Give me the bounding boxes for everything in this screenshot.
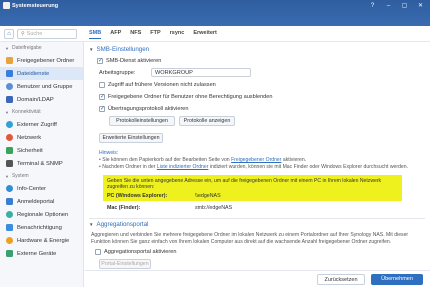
previous-versions-checkbox[interactable] [99,82,105,88]
sidebar-item-notification[interactable]: Benachrichtigung [0,221,83,234]
sidebar-item-external-access[interactable]: Externer Zugriff [0,118,83,131]
toolbar: ⌂ ⚲ SMB AFP NFS FTP rsync Erweitert [0,26,430,42]
home-icon: ⌂ [7,31,11,37]
log-settings-button[interactable]: Protokolleinstellungen [109,116,175,126]
aggregation-description: Aggregieren und verbinden Sie mehrere fr… [91,232,409,245]
hide-folders-row[interactable]: Freigegebene Ordner für Benutzer ohne Be… [99,93,273,100]
maximize-icon[interactable]: ▢ [401,3,408,10]
info-icon [6,185,13,192]
minimize-icon[interactable]: – [385,3,392,10]
smb-enable-checkbox[interactable] [97,57,103,64]
tab-ftp[interactable]: FTP [150,30,160,39]
notification-icon [6,224,13,231]
apply-button[interactable]: Übernehmen [371,274,423,285]
sidebar-item-info-center[interactable]: Info-Center [0,182,83,195]
address-instructions: Geben Sie die unten angegebene Adresse e… [107,178,382,190]
portal-settings-button[interactable]: Portal-Einstellungen [99,259,151,269]
terminal-icon [6,160,13,167]
shield-icon [6,147,13,154]
search-icon: ⚲ [21,31,25,37]
sidebar-item-shared-folder[interactable]: Freigegebener Ordner [0,54,83,67]
sidebar-item-domain-ldap[interactable]: Domain/LDAP [0,93,83,106]
window-title: Systemsteuerung [12,3,59,9]
workgroup-label: Arbeitsgruppe: [99,70,136,76]
external-access-icon [6,121,13,128]
globe-icon [6,211,13,218]
indexed-folders-link[interactable]: Liste indizierter Ordner [157,164,209,170]
tab-advanced[interactable]: Erweitert [193,30,217,39]
sidebar-item-file-services[interactable]: Dateidienste [0,67,83,80]
users-icon [6,83,13,90]
sidebar-item-network[interactable]: Netzwerk [0,131,83,144]
hide-folders-checkbox[interactable] [99,93,105,100]
help-icon[interactable]: ? [369,3,376,10]
tab-smb[interactable]: SMB [89,30,102,39]
main-panel: ▼SMB-Einstellungen SMB-Dienst aktivieren… [85,42,430,270]
search-box[interactable]: ⚲ [17,29,77,39]
login-portal-icon [6,198,13,205]
section-divider [89,218,425,219]
aggregation-enable-checkbox[interactable] [95,249,101,255]
close-icon[interactable]: ✕ [417,3,424,10]
home-button[interactable]: ⌂ [4,29,14,39]
window-titlebar: Systemsteuerung ? – ▢ ✕ [0,0,430,26]
aggregation-enable-row[interactable]: Aggregationsportal aktivieren [95,249,176,255]
reset-button[interactable]: Zurücksetzen [317,274,365,285]
tab-nfs[interactable]: NFS [130,30,141,39]
network-icon [6,134,13,141]
shared-folder-link[interactable]: Freigegebener Ordner [231,157,281,163]
sidebar-item-users-groups[interactable]: Benutzer und Gruppe [0,80,83,93]
tab-bar: SMB AFP NFS FTP rsync Erweitert [89,30,217,39]
sidebar-item-terminal-snmp[interactable]: Terminal & SNMP [0,157,83,170]
file-services-icon [6,70,13,77]
domain-icon [6,96,13,103]
pc-address-value: \\edgeNAS [195,193,221,199]
transfer-log-checkbox[interactable] [99,105,105,112]
tab-rsync[interactable]: rsync [170,30,185,39]
smb-enable-row[interactable]: SMB-Dienst aktivieren [97,57,161,64]
footer-bar: Zurücksetzen Übernehmen [85,270,430,287]
control-panel-icon [3,2,10,9]
sidebar-item-external-devices[interactable]: Externe Geräte [0,247,83,260]
mac-address-label: Mac (Finder): [107,205,141,211]
mac-address-value: smb://edgeNAS [195,205,233,211]
note-line-1: • Sie können den Papierkorb auf der Bear… [99,157,307,163]
external-devices-icon [6,250,13,257]
sidebar-section-file-sharing[interactable]: ▼ Dateifreigabe [0,42,83,54]
aggregation-portal-header[interactable]: ▼ Aggregationsportal [89,221,148,228]
note-heading: Hinweis: [99,150,119,156]
pc-address-label: PC (Windows Explorer): [107,193,168,199]
sidebar: ▼ Dateifreigabe Freigegebener Ordner Date… [0,42,84,287]
sidebar-section-system[interactable]: ▼ System [0,170,83,182]
chevron-down-icon: ▼ [89,47,94,52]
sidebar-item-hardware-power[interactable]: Hardware & Energie [0,234,83,247]
note-line-2: • Nachdem Ordner in der Liste indizierte… [99,164,408,170]
chevron-down-icon: ▼ [5,173,9,179]
sidebar-section-connectivity[interactable]: ▼ Konnektivität [0,106,83,118]
chevron-down-icon: ▼ [5,45,9,51]
search-input[interactable] [26,31,77,37]
sidebar-item-regional-options[interactable]: Regionale Optionen [0,208,83,221]
tab-afp[interactable]: AFP [110,30,121,39]
chevron-down-icon: ▼ [5,109,9,115]
sidebar-item-login-portal[interactable]: Anmeldeportal [0,195,83,208]
chevron-down-icon: ▼ [89,222,94,227]
advanced-settings-button[interactable]: Erweiterte Einstellungen [99,133,163,143]
previous-versions-row[interactable]: Zugriff auf frühere Versionen nicht zula… [99,82,216,88]
folder-icon [6,57,13,64]
hardware-icon [6,237,13,244]
workgroup-input[interactable]: WORKGROUP [151,68,251,77]
smb-settings-header[interactable]: ▼ SMB-Einstellungen [89,46,149,53]
sidebar-item-security[interactable]: Sicherheit [0,144,83,157]
transfer-log-row[interactable]: Übertragungsprotokoll aktivieren [99,105,189,112]
show-logs-button[interactable]: Protokolle anzeigen [179,116,235,126]
